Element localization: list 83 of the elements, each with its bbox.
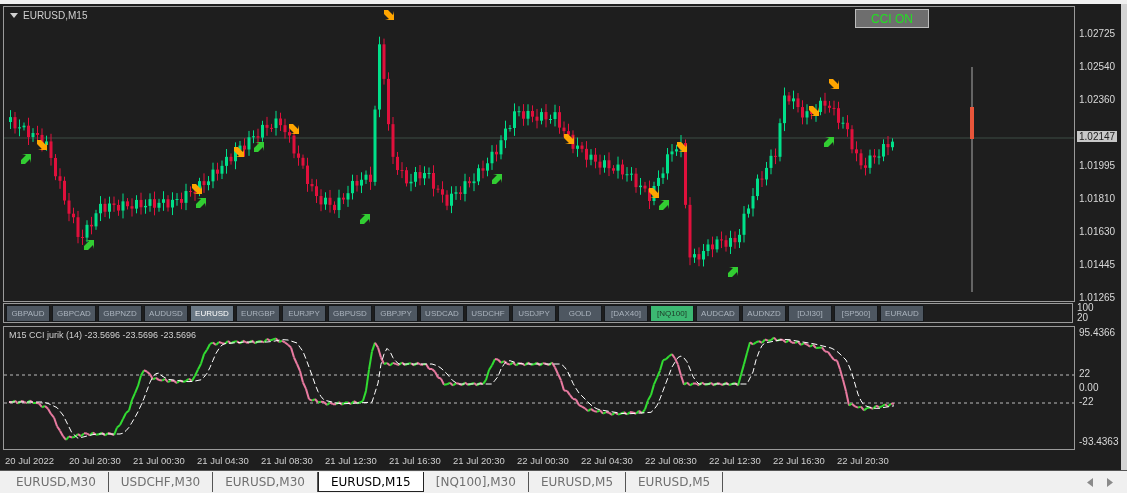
time-label: 22 Jul 08:30 [645,454,698,466]
symbol-button[interactable]: GOLD [558,305,602,322]
up-arrow-icon [196,198,206,208]
chart-tab[interactable]: EURUSD,M15 [317,472,424,492]
indicator-scale-label: 22 [1079,368,1091,379]
symbol-button[interactable]: GBPNZD [98,305,142,322]
chart-tab[interactable]: EURUSD,M30 [4,472,109,492]
chart-title: EURUSD,M15 [23,10,88,21]
down-arrow-icon [809,106,819,116]
up-arrow-icon [492,174,502,184]
down-arrow-icon [564,134,574,144]
chart-tab[interactable]: EURUSD,M30 [213,472,318,492]
indicator-scale-label: 0.00 [1079,382,1099,393]
price-label: 1.02540 [1079,61,1116,72]
indicator-scale-label: -93.4363 [1079,436,1119,447]
symbol-button[interactable]: USDCHF [466,305,510,322]
up-arrow-icon [824,137,834,147]
time-label: 21 Jul 08:30 [261,454,314,466]
symbol-button[interactable]: GBPCAD [52,305,96,322]
time-label: 21 Jul 16:30 [389,454,442,466]
up-arrow-icon [254,142,264,152]
up-arrow-icon [84,240,94,250]
chart-tab[interactable]: [NQ100],M30 [423,472,529,492]
symbol-button[interactable]: EURJPY [282,305,326,322]
down-arrow-icon [829,79,839,89]
time-label: 22 Jul 04:30 [581,454,634,466]
time-label: 22 Jul 00:30 [517,454,570,466]
down-arrow-icon [649,188,659,198]
price-label: 1.01445 [1079,259,1116,270]
symbol-button[interactable]: EURUSD [190,305,234,322]
symbol-button[interactable]: EURAUD [880,305,924,322]
bar-marker [970,107,974,139]
current-price-label: 1.02147 [1077,131,1118,142]
scroll-left-icon[interactable] [1087,477,1093,487]
price-label: 1.02360 [1079,94,1116,105]
price-label: 1.01265 [1079,292,1116,303]
down-arrow-icon [192,184,202,194]
down-arrow-icon [289,124,299,134]
time-label: 22 Jul 20:30 [837,454,890,466]
down-arrow-icon [37,140,47,150]
symbol-button[interactable]: [DAX40] [604,305,648,322]
price-label: 1.01810 [1079,193,1116,204]
chart-tab[interactable]: EURUSD,M5 [528,472,627,492]
symbol-button[interactable]: USDJPY [512,305,556,322]
time-label: 22 Jul 16:30 [773,454,826,466]
price-label: 1.01995 [1079,160,1116,171]
time-label: 22 Jul 12:30 [709,454,762,466]
up-arrow-icon [21,154,31,164]
scale-label: 20 [1077,313,1090,323]
symbol-button[interactable]: GBPUSD [328,305,372,322]
symbol-button[interactable]: [NQ100] [650,305,694,322]
indicator-title: M15 CCI jurik (14) -23.5696 -23.5696 -23.5696 [9,330,197,340]
symbol-button[interactable]: [DJI30] [788,305,832,322]
chart-tab[interactable]: USDCHF,M30 [108,472,214,492]
up-arrow-icon [728,267,738,277]
dropdown-icon[interactable] [10,12,18,19]
cci-toggle-button[interactable]: CCI ON [855,9,929,28]
up-arrow-icon [659,200,669,210]
down-arrow-icon [384,10,394,20]
time-label: 20 Jul 2022 [5,454,56,466]
down-arrow-icon [677,142,687,152]
symbol-button[interactable]: AUDNZD [742,305,786,322]
price-label: 1.01630 [1079,226,1116,237]
symbol-button[interactable]: [SP500] [834,305,878,322]
time-label: 21 Jul 04:30 [197,454,250,466]
scale-label: 100 [1077,303,1095,313]
symbol-button[interactable]: AUDCAD [696,305,740,322]
symbol-button[interactable]: AUDUSD [144,305,188,322]
symbol-button[interactable]: EURGBP [236,305,280,322]
symbol-button[interactable]: USDCAD [420,305,464,322]
time-label: 20 Jul 20:30 [69,454,122,466]
symbol-button[interactable]: GBPJPY [374,305,418,322]
up-arrow-icon [360,214,370,224]
down-arrow-icon [234,147,244,157]
indicator-scale-label: 95.4366 [1079,327,1116,338]
chart-tab[interactable]: EURUSD,M5 [626,472,724,492]
scroll-right-icon[interactable] [1107,477,1113,487]
symbol-button[interactable]: GBPAUD [6,305,50,322]
time-label: 21 Jul 00:30 [133,454,186,466]
price-label: 1.02725 [1079,28,1116,39]
time-label: 21 Jul 20:30 [453,454,506,466]
indicator-scale-label: -22 [1079,396,1094,407]
time-label: 21 Jul 12:30 [325,454,378,466]
